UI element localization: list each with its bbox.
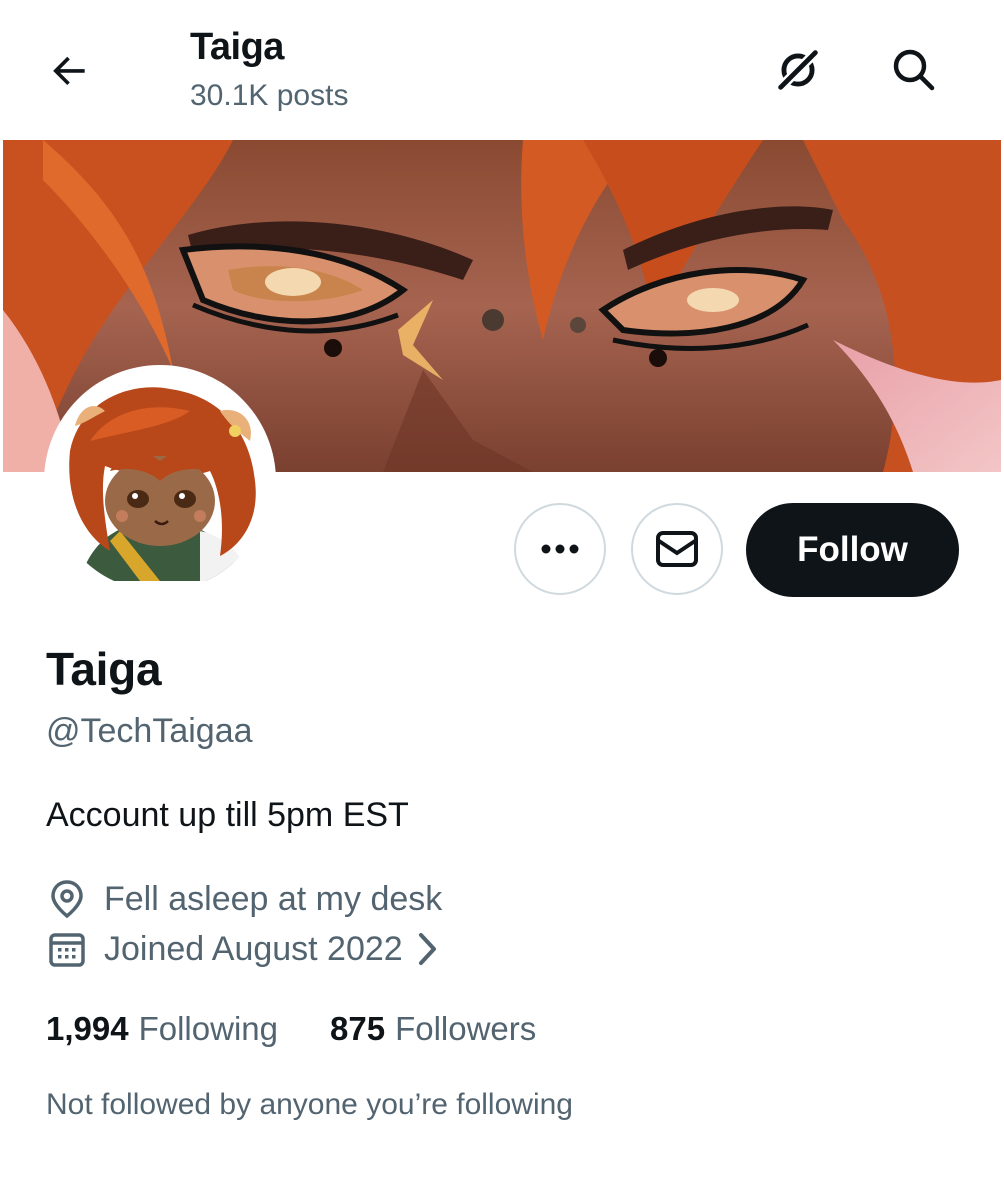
search-icon (893, 49, 935, 91)
following-label: Following (138, 1010, 278, 1047)
chevron-right-icon (417, 931, 439, 967)
grok-button[interactable] (768, 42, 828, 98)
profile-location: Fell asleep at my desk (46, 878, 442, 920)
profile-joined[interactable]: Joined August 2022 (46, 928, 439, 970)
search-button[interactable] (884, 42, 944, 98)
back-button[interactable] (38, 42, 102, 98)
message-button[interactable] (631, 503, 723, 595)
following-count: 1,994 (46, 1010, 129, 1047)
profile-handle: @TechTaigaa (46, 712, 253, 750)
following-link[interactable]: 1,994 Following (46, 1010, 278, 1048)
avatar[interactable] (44, 365, 276, 597)
followers-label: Followers (395, 1010, 537, 1047)
back-arrow-icon (53, 56, 85, 86)
calendar-icon (46, 928, 88, 970)
top-bar: Taiga 30.1K posts (0, 0, 1004, 140)
envelope-icon (656, 531, 698, 567)
location-text: Fell asleep at my desk (104, 879, 443, 918)
location-pin-icon (46, 878, 88, 920)
more-dots-icon (541, 544, 579, 554)
posts-count: 30.1K posts (190, 79, 349, 112)
avatar-image (50, 371, 270, 591)
followers-link[interactable]: 875 Followers (330, 1010, 536, 1048)
profile-bio: Account up till 5pm EST (46, 796, 409, 834)
mutual-followers-note: Not followed by anyone you’re following (46, 1088, 573, 1121)
follow-stats: 1,994 Following 875 Followers (46, 1010, 536, 1048)
profile-name: Taiga (46, 643, 162, 695)
grok-icon (775, 47, 821, 93)
joined-text: Joined August 2022 (104, 929, 403, 968)
more-options-button[interactable] (514, 503, 606, 595)
header-title: Taiga (190, 26, 284, 68)
avatar-image-frame (50, 371, 270, 591)
follow-button[interactable]: Follow (746, 503, 959, 597)
followers-count: 875 (330, 1010, 386, 1047)
header-title-block: Taiga 30.1K posts (190, 24, 348, 116)
